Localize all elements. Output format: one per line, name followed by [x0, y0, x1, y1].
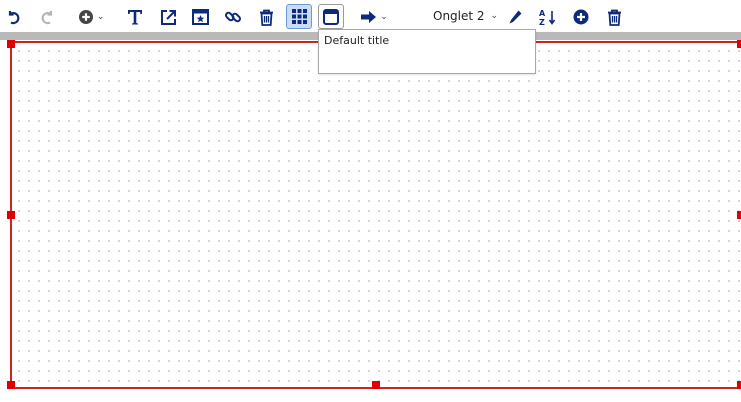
- pencil-icon: [508, 9, 523, 25]
- star-window-icon: [191, 9, 209, 25]
- chevron-down-icon: ⌄: [380, 12, 388, 22]
- chevron-down-icon: ⌄: [96, 12, 105, 22]
- svg-text:A: A: [539, 9, 546, 18]
- delete-tab-button[interactable]: [604, 6, 624, 28]
- tab-select[interactable]: Onglet 2 ⌄: [433, 7, 498, 25]
- tab-select-value: Onglet 2: [433, 9, 485, 23]
- workspace: [0, 40, 741, 402]
- edit-tab-button[interactable]: [505, 6, 525, 28]
- external-link-button[interactable]: [157, 6, 179, 28]
- resize-handle-right[interactable]: [737, 211, 741, 219]
- text-button[interactable]: [124, 6, 146, 28]
- resize-handle-bottom[interactable]: [372, 381, 380, 389]
- trash-icon: [259, 9, 274, 26]
- link-button[interactable]: [222, 6, 244, 28]
- sort-az-icon: A Z: [539, 8, 557, 26]
- arrow-right-icon: [360, 10, 377, 24]
- undo-button[interactable]: [3, 6, 25, 28]
- dashboard-canvas[interactable]: [10, 42, 741, 388]
- plus-circle-icon: [78, 9, 94, 25]
- add-tab-button[interactable]: [571, 6, 591, 28]
- undo-icon: [6, 9, 22, 25]
- sort-tabs-button[interactable]: A Z: [537, 5, 559, 29]
- redo-button[interactable]: [36, 6, 58, 28]
- trash-icon: [607, 9, 622, 26]
- resize-handle-bottom-right[interactable]: [737, 381, 741, 389]
- plus-circle-icon: [573, 9, 589, 25]
- resize-handle-top-right[interactable]: [737, 40, 741, 48]
- tooltip: Default title: [318, 29, 536, 74]
- text-icon: [126, 8, 144, 26]
- grid-toggle-button[interactable]: [286, 4, 312, 29]
- grid-icon: [291, 9, 307, 24]
- delete-button[interactable]: [255, 6, 277, 28]
- chevron-down-icon: ⌄: [490, 11, 499, 21]
- svg-text:Z: Z: [539, 18, 545, 26]
- window-icon: [323, 8, 339, 25]
- external-link-icon: [160, 9, 177, 26]
- add-dropdown-button[interactable]: ⌄: [74, 6, 108, 28]
- widget-button[interactable]: [189, 6, 211, 28]
- tooltip-text: Default title: [324, 34, 390, 47]
- resize-handle-left[interactable]: [7, 211, 15, 219]
- redo-icon: [39, 9, 55, 25]
- window-title-button[interactable]: [318, 4, 344, 29]
- resize-handle-top-left[interactable]: [7, 40, 15, 48]
- resize-handle-bottom-left[interactable]: [7, 381, 15, 389]
- link-icon: [224, 8, 242, 26]
- arrow-dropdown-button[interactable]: ⌄: [357, 6, 391, 28]
- toolbar: ⌄ ⌄ Onglet 2 ⌄ A Z: [0, 0, 741, 32]
